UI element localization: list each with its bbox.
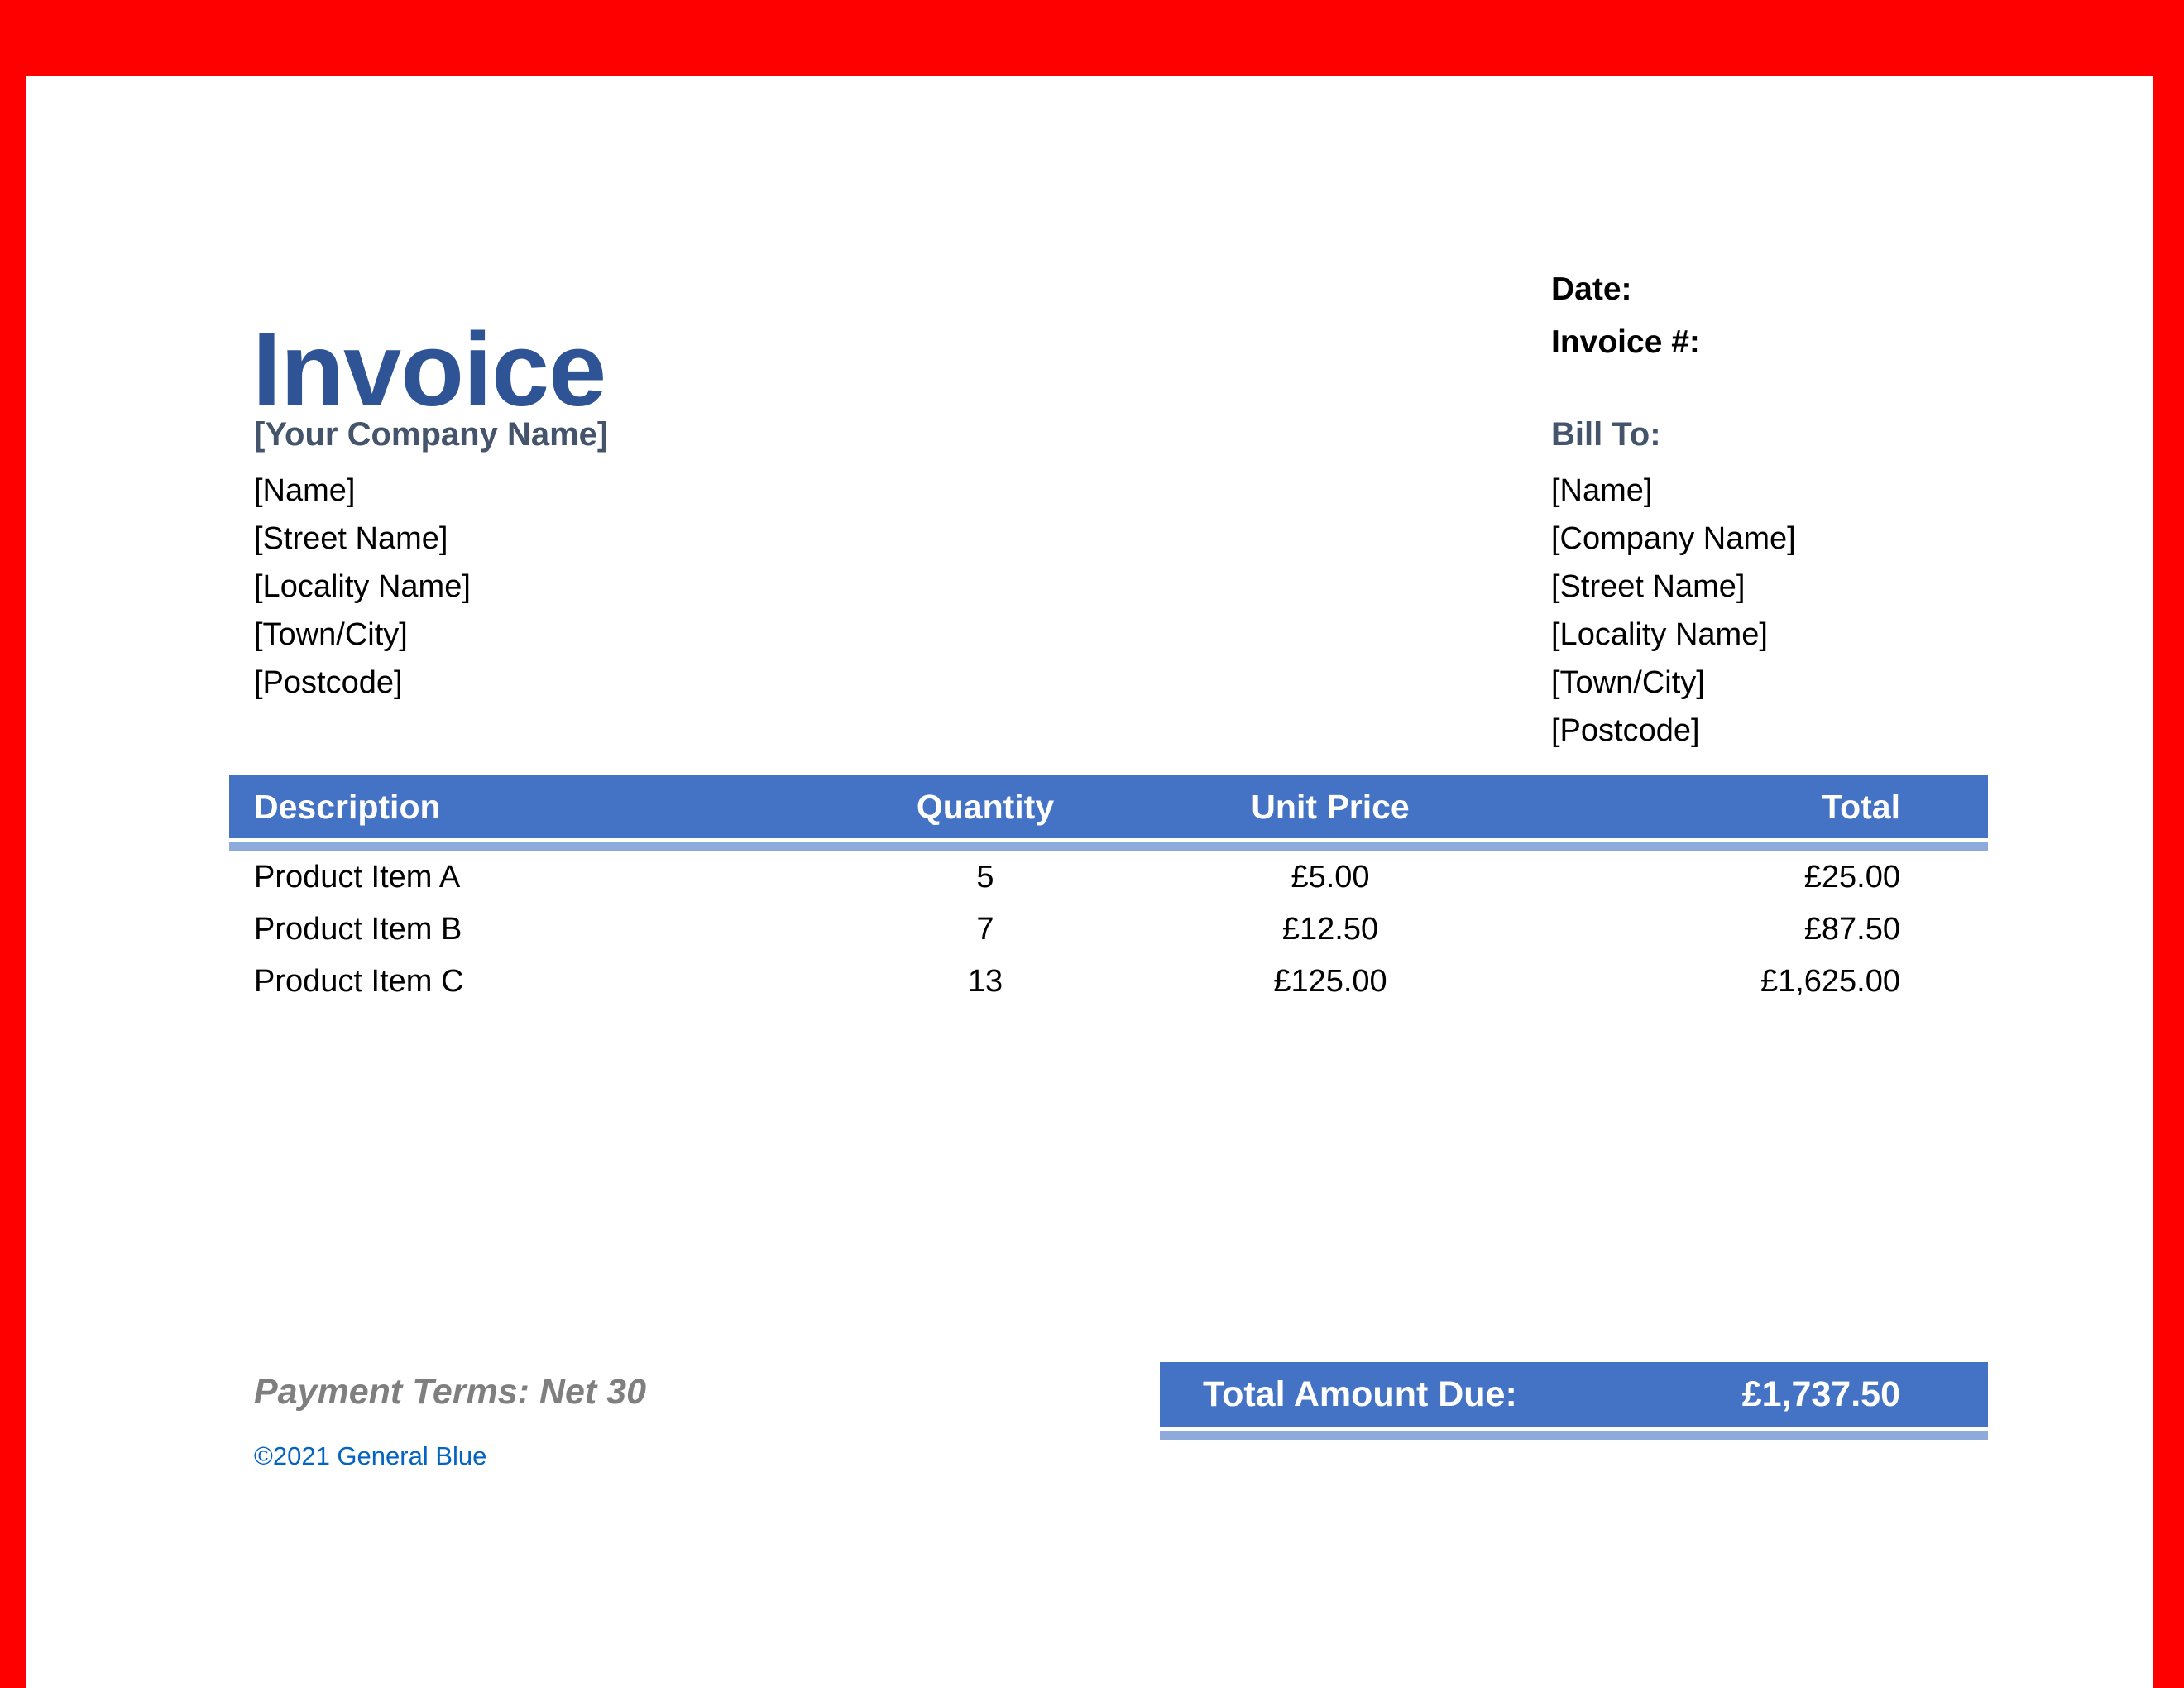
cell-description: Product Item A [229,860,850,895]
table-header-row: Description Quantity Unit Price Total [229,775,1988,838]
table-row: Product Item B 7 £12.50 £87.50 [229,904,1988,956]
cell-unit-price: £12.50 [1121,912,1540,947]
table-header-accent-strip [229,842,1988,851]
bill-to-postcode: [Postcode] [1551,707,1796,755]
date-label: Date: [1551,263,1700,316]
total-amount-value: £1,737.50 [1742,1374,1988,1415]
invoice-meta: Date: Invoice #: [1551,263,1700,369]
invoice-page: { "header": { "title": "Invoice", "date_… [0,0,2184,1688]
bill-to-town-city: [Town/City] [1551,659,1796,707]
company-locality: [Locality Name] [254,563,608,611]
company-address-block: [Your Company Name] [Name] [Street Name]… [254,410,608,707]
cell-total: £87.50 [1540,912,1988,947]
cell-total: £25.00 [1540,860,1988,895]
invoice-number-label: Invoice #: [1551,316,1700,369]
cell-unit-price: £125.00 [1121,964,1540,1000]
cell-quantity: 13 [850,964,1121,1000]
cell-total: £1,625.00 [1540,964,1988,1000]
bill-to-street: [Street Name] [1551,563,1796,611]
cell-description: Product Item C [229,964,850,1000]
total-bar-accent-strip [1160,1431,1988,1440]
bill-to-company: [Company Name] [1551,515,1796,563]
cell-quantity: 5 [850,860,1121,895]
total-amount-label: Total Amount Due: [1160,1374,1517,1415]
page-edge-red-top [0,0,2184,76]
company-name: [Your Company Name] [254,410,608,458]
copyright-link[interactable]: ©2021 General Blue [254,1441,486,1471]
page-title: Invoice [252,318,606,422]
bill-to-block: Bill To: [Name] [Company Name] [Street N… [1551,410,1796,755]
table-row: Product Item A 5 £5.00 £25.00 [229,851,1988,904]
header-quantity: Quantity [850,788,1121,827]
company-contact-name: [Name] [254,467,608,515]
header-total: Total [1540,788,1988,827]
cell-description: Product Item B [229,912,850,947]
line-items-table: Description Quantity Unit Price Total Pr… [229,775,1988,1008]
company-postcode: [Postcode] [254,659,608,707]
cell-quantity: 7 [850,912,1121,947]
page-edge-red-right [2153,0,2184,1688]
page-edge-red-left [0,0,26,1688]
header-description: Description [229,788,850,827]
bill-to-locality: [Locality Name] [1551,611,1796,659]
payment-terms-text: Payment Terms: Net 30 [254,1372,646,1412]
total-amount-bar: Total Amount Due: £1,737.50 [1160,1362,1988,1427]
table-row: Product Item C 13 £125.00 £1,625.00 [229,956,1988,1008]
cell-unit-price: £5.00 [1121,860,1540,895]
total-amount-section: Total Amount Due: £1,737.50 [1160,1362,1988,1440]
header-unit-price: Unit Price [1121,788,1540,827]
company-town-city: [Town/City] [254,611,608,659]
bill-to-name: [Name] [1551,467,1796,515]
bill-to-label: Bill To: [1551,410,1796,458]
company-street: [Street Name] [254,515,608,563]
